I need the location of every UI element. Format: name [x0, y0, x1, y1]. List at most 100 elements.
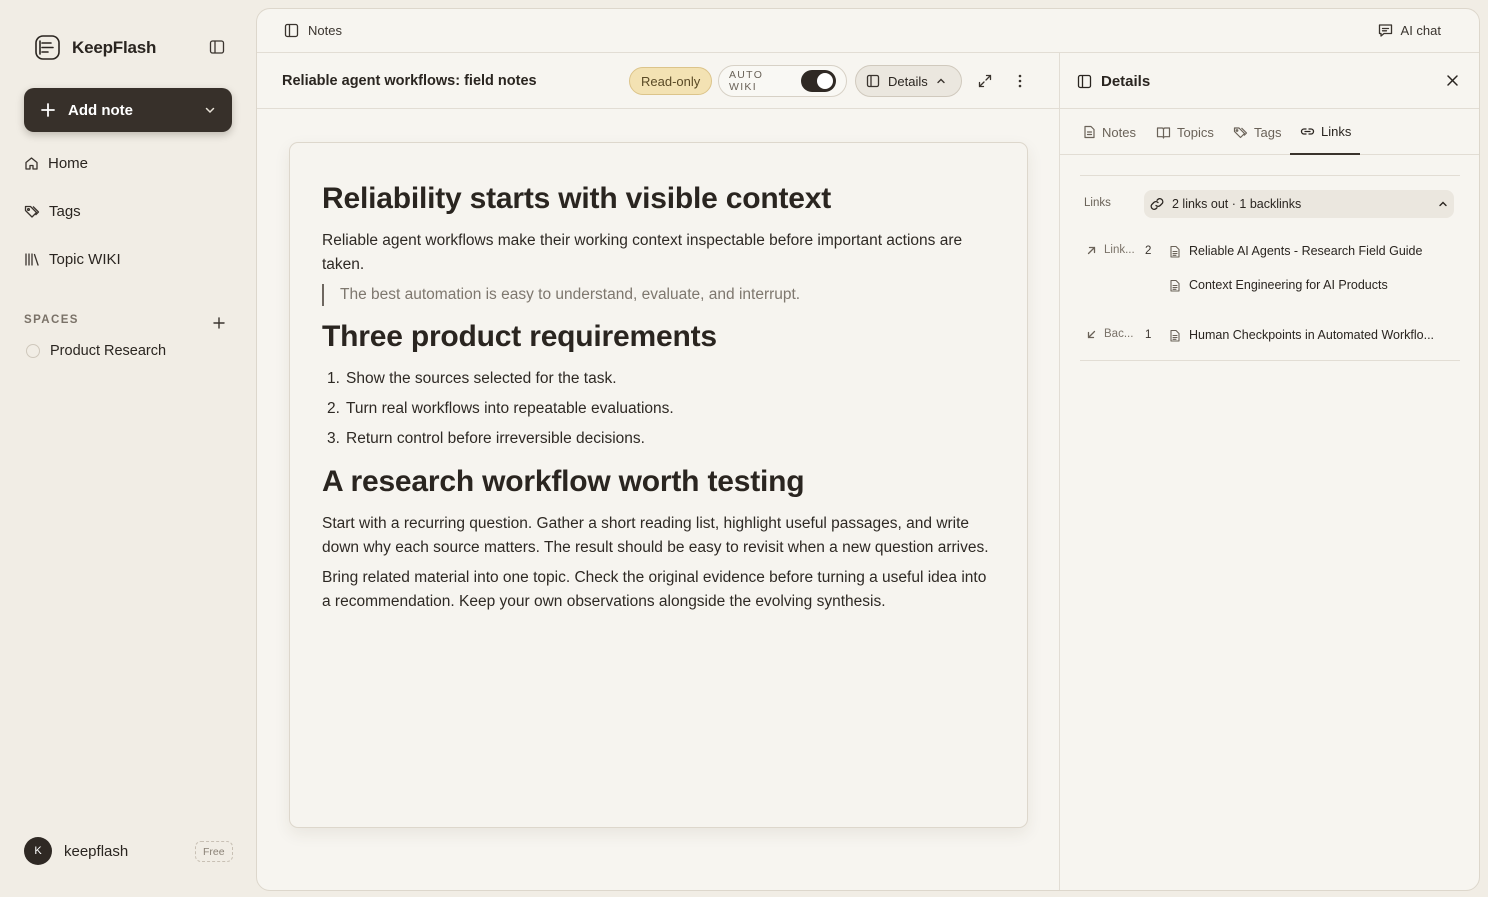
tab-label: Links	[1321, 123, 1352, 139]
chevron-up-icon	[936, 76, 946, 86]
app-name: KeepFlash	[72, 37, 157, 57]
note-document: Reliability starts with visible context …	[289, 142, 1028, 828]
editor-pane: Reliable agent workflows: field notes Re…	[257, 53, 1060, 890]
nav-item-home[interactable]: Home	[24, 155, 88, 172]
add-note-label: Add note	[68, 101, 133, 119]
backlinks-count: 1	[1145, 329, 1152, 341]
chevron-up-icon	[1438, 199, 1448, 209]
switch-knob	[817, 73, 833, 89]
heading-research-workflow: A research workflow worth testing	[322, 465, 805, 498]
tab-notes[interactable]: Notes	[1083, 109, 1136, 155]
note-icon	[1083, 125, 1096, 139]
links-summary-text: 2 links out · 1 backlinks	[1172, 197, 1302, 211]
details-tabs: Notes Topics Tags Links	[1060, 109, 1479, 155]
plan-badge: Free	[195, 841, 233, 862]
tab-label: Tags	[1254, 124, 1282, 140]
plus-icon	[40, 102, 56, 118]
requirements-list: 1. Show the sources selected for the task…	[322, 364, 995, 454]
close-icon	[1446, 74, 1459, 87]
panel-icon	[866, 74, 880, 88]
tag-icon	[24, 204, 40, 219]
panel-icon	[284, 23, 299, 38]
nav-item-tags[interactable]: Tags	[24, 203, 81, 220]
sidebar: KeepFlash Add note Home Tags Topic WIKI …	[0, 0, 256, 897]
breadcrumb[interactable]: Notes	[284, 23, 342, 38]
note-title: Reliable agent workflows: field notes	[282, 73, 537, 89]
list-item: 2. Turn real workflows into repeatable ev…	[327, 400, 674, 417]
link-icon	[1150, 197, 1164, 211]
tag-icon	[1233, 126, 1248, 139]
heading-visible-context: Reliability starts with visible context	[322, 182, 832, 215]
links-label: Links	[1084, 197, 1111, 209]
collapse-sidebar-button[interactable]	[209, 39, 225, 55]
list-item: 1. Show the sources selected for the task…	[327, 370, 617, 387]
kebab-menu-icon	[1012, 73, 1028, 89]
paragraph: Reliable agent workflows make their work…	[322, 232, 963, 273]
nav-item-label: Home	[48, 155, 89, 172]
keepflash-logo-icon	[34, 34, 61, 61]
backlinks-label: Bac...	[1086, 328, 1133, 340]
nav-item-topic-wiki[interactable]: Topic WIKI	[24, 251, 121, 268]
more-options-button[interactable]	[1012, 73, 1028, 89]
paragraph: Bring related material into one topic. C…	[322, 569, 987, 610]
details-title: Details	[1077, 73, 1150, 90]
tab-tags[interactable]: Tags	[1233, 109, 1281, 155]
details-button-label: Details	[888, 73, 928, 89]
chat-bubble-icon	[1378, 23, 1393, 38]
read-only-badge[interactable]: Read-only	[629, 67, 713, 95]
expand-button[interactable]	[977, 73, 993, 89]
link-item[interactable]: Reliable AI Agents - Research Field Guid…	[1169, 244, 1422, 258]
document-icon	[1169, 329, 1181, 342]
user-menu[interactable]: K keepflash	[24, 837, 128, 865]
space-label: Product Research	[50, 343, 167, 359]
add-space-button[interactable]	[212, 316, 226, 330]
blockquote: The best automation is easy to understan…	[322, 284, 995, 306]
chevron-down-icon[interactable]	[204, 104, 216, 116]
link-icon	[1300, 125, 1315, 138]
arrow-down-left-icon	[1086, 329, 1097, 340]
nav-item-label: Tags	[49, 203, 81, 220]
editor-toolbar: Reliable agent workflows: field notes Re…	[257, 53, 1059, 109]
space-item-product-research[interactable]: Product Research	[26, 343, 166, 359]
top-bar: Notes AI chat	[257, 9, 1479, 53]
tab-topics[interactable]: Topics	[1156, 109, 1214, 155]
arrow-up-right-icon	[1086, 245, 1097, 256]
ai-chat-label: AI chat	[1400, 23, 1441, 38]
main-panel: Notes AI chat Reliable agent workflows: …	[256, 8, 1480, 891]
details-header: Details	[1060, 53, 1479, 109]
ai-chat-button[interactable]: AI chat	[1378, 23, 1441, 38]
list-item: 3. Return control before irreversible dec…	[327, 430, 645, 447]
add-note-button[interactable]: Add note	[24, 88, 232, 132]
tab-links[interactable]: Links	[1290, 109, 1360, 155]
breadcrumb-label: Notes	[308, 23, 342, 38]
spaces-heading: SPACES	[24, 314, 79, 326]
home-icon	[24, 156, 39, 171]
links-section: Links 2 links out · 1 backlinks Link... …	[1080, 175, 1460, 361]
expand-icon	[977, 73, 993, 89]
space-dot-icon	[26, 344, 40, 358]
backlink-item[interactable]: Human Checkpoints in Automated Workflo..…	[1169, 328, 1434, 342]
user-name: keepflash	[64, 842, 129, 860]
book-icon	[1156, 126, 1171, 139]
tab-label: Topics	[1177, 124, 1214, 140]
auto-wiki-toggle[interactable]: AUTO WIKI	[718, 65, 847, 97]
sidebar-toggle-icon	[209, 39, 225, 55]
link-item[interactable]: Context Engineering for AI Products	[1169, 278, 1388, 292]
details-pane: Details Notes Topics Tags Links Links 2 …	[1060, 53, 1479, 890]
library-icon	[24, 252, 40, 267]
paragraph: Start with a recurring question. Gather …	[322, 515, 989, 556]
close-details-button[interactable]	[1446, 74, 1459, 87]
brand[interactable]: KeepFlash	[34, 34, 156, 61]
heading-product-requirements: Three product requirements	[322, 320, 717, 353]
outgoing-links-count: 2	[1145, 245, 1152, 257]
document-icon	[1169, 279, 1181, 292]
nav-item-label: Topic WIKI	[49, 251, 121, 268]
document-icon	[1169, 245, 1181, 258]
auto-wiki-switch[interactable]	[801, 70, 836, 92]
plus-icon	[212, 316, 226, 330]
auto-wiki-label: AUTO WIKI	[729, 69, 764, 93]
details-toggle-button[interactable]: Details	[855, 65, 962, 97]
details-title-label: Details	[1101, 73, 1151, 90]
links-summary-toggle[interactable]: 2 links out · 1 backlinks	[1144, 190, 1454, 218]
panel-icon	[1077, 74, 1092, 89]
